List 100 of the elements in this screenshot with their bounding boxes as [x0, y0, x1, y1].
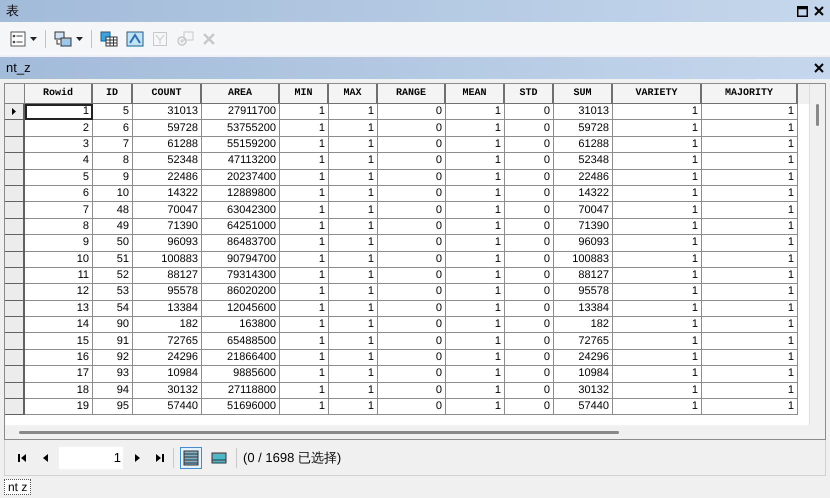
table-cell: 1	[280, 120, 329, 137]
row-selector[interactable]	[5, 104, 25, 120]
table-cell: 53	[93, 284, 133, 301]
table-cell: 1	[329, 284, 378, 301]
table-cell: 88127	[133, 268, 202, 284]
table-cell: 1	[702, 317, 798, 334]
table-cell: 13	[25, 300, 93, 318]
table-name[interactable]: nt_z	[6, 58, 31, 78]
table-cell: 10	[25, 252, 93, 268]
table-cell: 1	[702, 333, 798, 350]
table-cell: 1	[613, 268, 702, 284]
table-cell: 54	[93, 300, 133, 318]
table-cell: 0	[378, 333, 446, 350]
row-selector[interactable]	[5, 399, 25, 416]
table-cell: 1	[446, 268, 505, 284]
maximize-icon[interactable]	[797, 6, 808, 16]
table-cell: 49	[93, 218, 133, 236]
record-field[interactable]: 1	[59, 446, 123, 468]
table-cell: 1	[702, 235, 798, 252]
table-cell: 20237400	[202, 170, 280, 186]
table-cell: 72765	[554, 333, 613, 350]
column-header[interactable]: Rowid	[25, 84, 93, 104]
column-header[interactable]: RANGE	[378, 84, 446, 104]
table-tab[interactable]: nt z	[4, 479, 32, 495]
column-header[interactable]: MAX	[329, 84, 378, 104]
table-cell: 79314300	[202, 268, 280, 284]
table-cell: 1	[446, 350, 505, 366]
table-cell: 1	[446, 317, 505, 334]
table-cell: 1	[280, 284, 329, 301]
table-cell: 52348	[133, 153, 202, 170]
window-title: 表	[6, 2, 19, 20]
table-cell: 11	[25, 268, 93, 284]
next-icon	[134, 454, 140, 462]
table-cell: 50	[93, 235, 133, 252]
table-cell: 1	[702, 136, 798, 154]
table-cell: 1	[280, 333, 329, 350]
table-cell: 48	[93, 202, 133, 219]
table-cell: 0	[378, 120, 446, 137]
caret-icon	[30, 36, 37, 40]
table-cell: 88127	[554, 268, 613, 284]
table-cell: 1	[329, 170, 378, 186]
table-cell: 0	[378, 399, 446, 416]
table-cell: 90794700	[202, 252, 280, 268]
table-cell: 71390	[133, 218, 202, 236]
table-cell: 1	[446, 252, 505, 268]
table-cell: 1	[702, 399, 798, 416]
table-cell: 1	[702, 153, 798, 170]
table-cell: 1	[329, 120, 378, 137]
table-cell: 1	[613, 170, 702, 186]
horizontal-scrollbar[interactable]	[5, 425, 825, 439]
table-cell: 1	[702, 104, 798, 120]
table-cell: 0	[505, 153, 554, 170]
close-icon[interactable]	[814, 6, 824, 16]
table-cell: 1	[613, 186, 702, 202]
table-cell: 1	[280, 252, 329, 268]
table-cell: 1	[702, 186, 798, 202]
column-header[interactable]: STD	[505, 84, 554, 104]
table-cell: 1	[446, 136, 505, 154]
zoom-icon	[176, 30, 194, 46]
column-header[interactable]: MIN	[280, 84, 329, 104]
close-icon[interactable]	[814, 63, 824, 73]
table-cell: 1	[702, 218, 798, 236]
table-cell: 1	[702, 268, 798, 284]
column-header[interactable]: SUM	[554, 84, 613, 104]
column-header[interactable]: VARIETY	[613, 84, 702, 104]
column-header[interactable]: COUNT	[133, 84, 202, 104]
table-cell: 24296	[554, 350, 613, 366]
table-cell: 13384	[133, 300, 202, 318]
table-cell: 86020200	[202, 284, 280, 301]
show-all-records-button[interactable]	[180, 446, 202, 468]
column-header[interactable]: MAJORITY	[702, 84, 798, 104]
table-rows-icon	[183, 450, 199, 466]
table-cell: 9885600	[202, 366, 280, 383]
table-cell: 1	[329, 153, 378, 170]
table-cell: 1	[280, 186, 329, 202]
column-header[interactable]: AREA	[202, 84, 280, 104]
table-select-icon	[100, 30, 118, 46]
column-header[interactable]: ID	[93, 84, 133, 104]
table-cell: 0	[378, 366, 446, 383]
table-cell: 94	[93, 382, 133, 400]
table-cell: 0	[505, 366, 554, 383]
table-cell: 1	[280, 268, 329, 284]
table-cell: 72765	[133, 333, 202, 350]
table-cell: 1	[702, 284, 798, 301]
vertical-scrollbar[interactable]	[809, 84, 825, 425]
column-header[interactable]: MEAN	[446, 84, 505, 104]
table-cell: 61288	[554, 136, 613, 154]
table-cell: 1	[280, 300, 329, 318]
table-cell: 9	[93, 170, 133, 186]
table-cell: 5	[25, 170, 93, 186]
table-cell: 0	[378, 350, 446, 366]
table-cell: 1	[613, 350, 702, 366]
table-cell: 1	[329, 202, 378, 219]
table-cell: 1	[446, 382, 505, 400]
table-cell: 59728	[133, 120, 202, 137]
table-cell: 55159200	[202, 136, 280, 154]
table-cell: 0	[505, 382, 554, 400]
table-cell: 95578	[554, 284, 613, 301]
first-icon	[18, 454, 28, 462]
table-cell: 1	[280, 170, 329, 186]
